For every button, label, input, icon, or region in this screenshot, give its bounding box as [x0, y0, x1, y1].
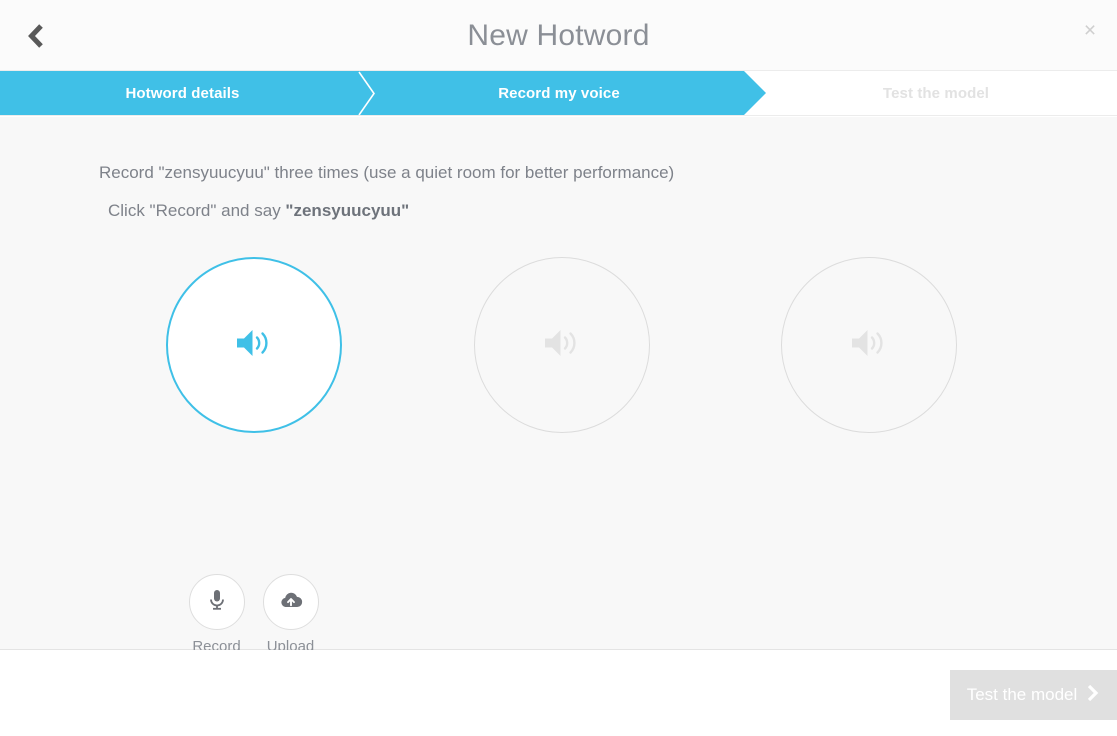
content-panel: Record "zensyuucyuu" three times (use a …: [0, 117, 1117, 655]
dialog-title: New Hotword: [467, 19, 650, 52]
instruction-prefix-text: Click "Record" and say: [108, 201, 286, 220]
dialog-header: New Hotword ×: [0, 0, 1117, 71]
test-the-model-label: Test the model: [966, 685, 1078, 704]
test-the-model-button[interactable]: Test the model: [950, 670, 1117, 720]
recording-circle-2[interactable]: [474, 257, 650, 433]
step-item-hotword-details[interactable]: Hotword details: [0, 71, 365, 115]
upload-control: Upload: [262, 574, 319, 655]
speaker-icon: [849, 326, 889, 365]
cloud-upload-icon: [279, 590, 303, 615]
speaker-icon: [234, 326, 274, 365]
step-item-test-the-model[interactable]: Test the model: [766, 71, 1106, 115]
speaker-icon: [542, 326, 582, 365]
step-item-record-my-voice[interactable]: Record my voice: [365, 71, 753, 115]
record-control: Record: [188, 574, 245, 655]
record-controls: Record Upload: [188, 574, 348, 655]
hotword-text: "zensyuucyuu": [285, 201, 410, 220]
recording-slot-1: [166, 257, 342, 433]
recording-circle-3[interactable]: [781, 257, 957, 433]
chevron-right-icon: [1086, 684, 1100, 707]
instruction-line-secondary: Click "Record" and say "zensyuucyuu": [99, 201, 1117, 221]
instruction-line-primary: Record "zensyuucyuu" three times (use a …: [99, 163, 675, 182]
recording-circle-1[interactable]: [166, 257, 342, 433]
instructions-block: Record "zensyuucyuu" three times (use a …: [0, 117, 1117, 221]
recording-slot-2: [474, 257, 650, 433]
step-progress-bar: Hotword details Record my voice Test the…: [0, 71, 1117, 116]
record-button[interactable]: [188, 574, 245, 630]
recording-slots: [0, 257, 1117, 457]
close-icon[interactable]: ×: [1073, 13, 1107, 47]
upload-button[interactable]: [262, 574, 319, 630]
dialog-footer: Test the model: [0, 650, 1117, 736]
recording-slot-3: [781, 257, 957, 433]
microphone-icon: [207, 588, 227, 617]
